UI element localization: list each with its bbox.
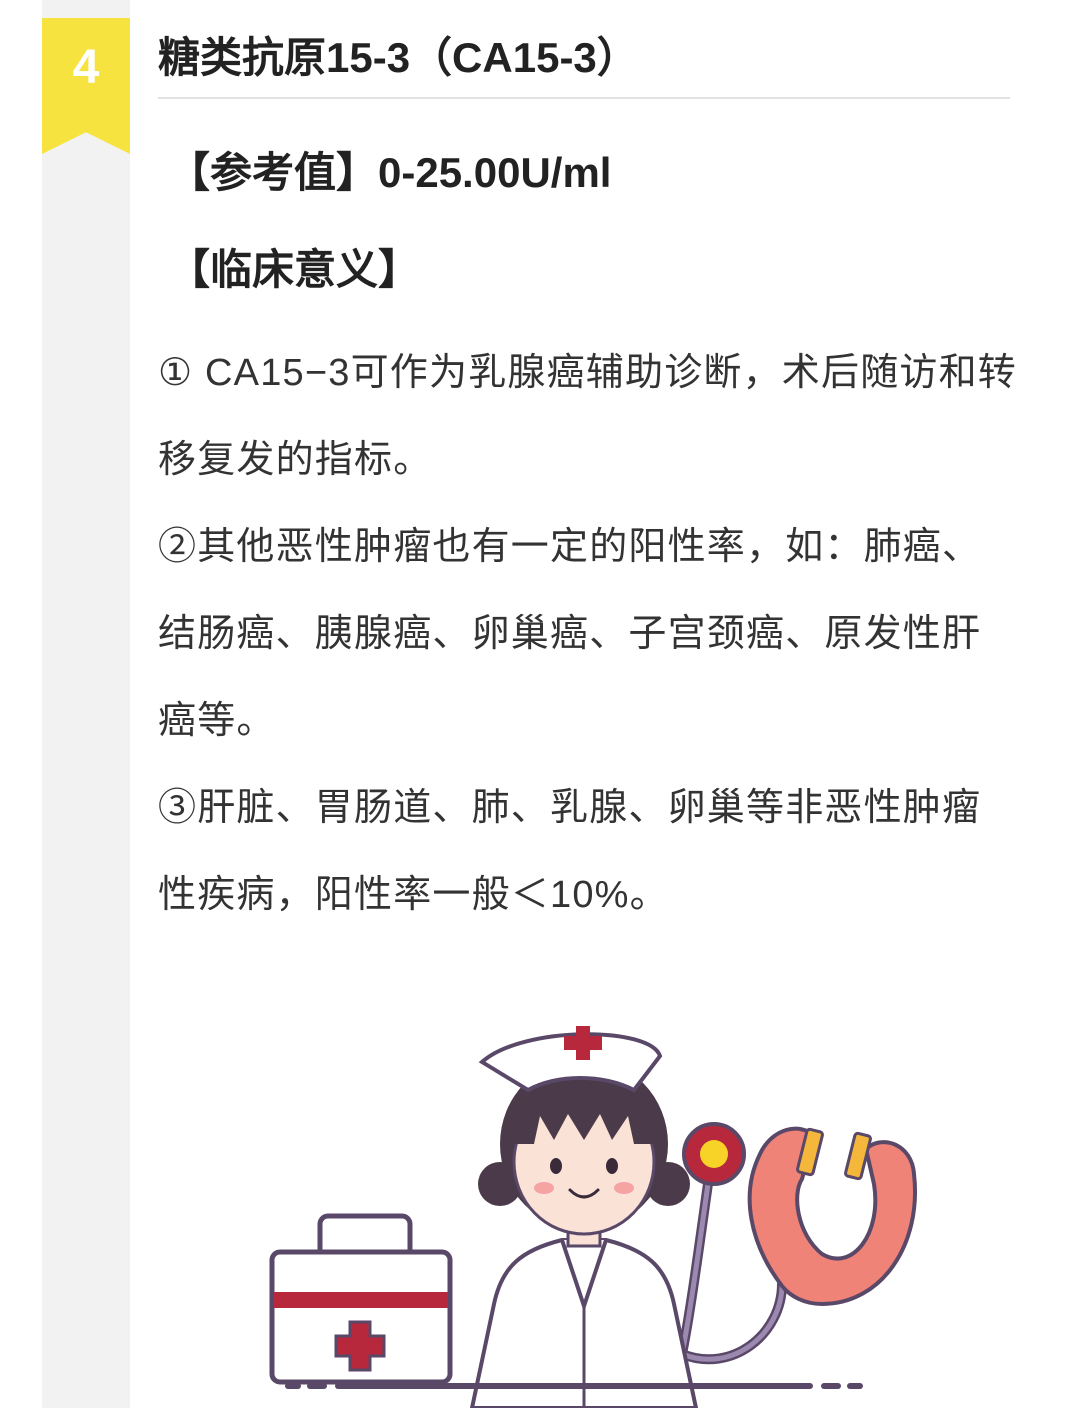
first-aid-kit-icon (269, 1213, 453, 1385)
clinical-point: ②其他恶性肿瘤也有一定的阳性率，如：肺癌、结肠癌、胰腺癌、卵巢癌、子宫颈癌、原发… (158, 526, 982, 742)
title-divider (158, 97, 1010, 99)
reference-value: 【参考值】0-25.00U/ml (168, 149, 612, 196)
nurse-illustration (269, 1026, 917, 1408)
clinical-points-list: ① CA15−3可作为乳腺癌辅助诊断，术后随访和转移复发的指标。 ②其他恶性肿瘤… (158, 330, 1018, 939)
clinical-point: ① CA15−3可作为乳腺癌辅助诊断，术后随访和转移复发的指标。 (158, 352, 1018, 481)
clinical-significance-heading: 【临床意义】 (168, 246, 421, 293)
section-number: 4 (72, 41, 100, 94)
section-title: 糖类抗原15-3（CA15-3） (158, 34, 639, 81)
section-side-strip (42, 0, 130, 1408)
nurse-icon (469, 1026, 699, 1408)
clinical-point: ③肝脏、胃肠道、肺、乳腺、卵巢等非恶性肿瘤性疾病，阳性率一般＜10%。 (158, 787, 982, 916)
